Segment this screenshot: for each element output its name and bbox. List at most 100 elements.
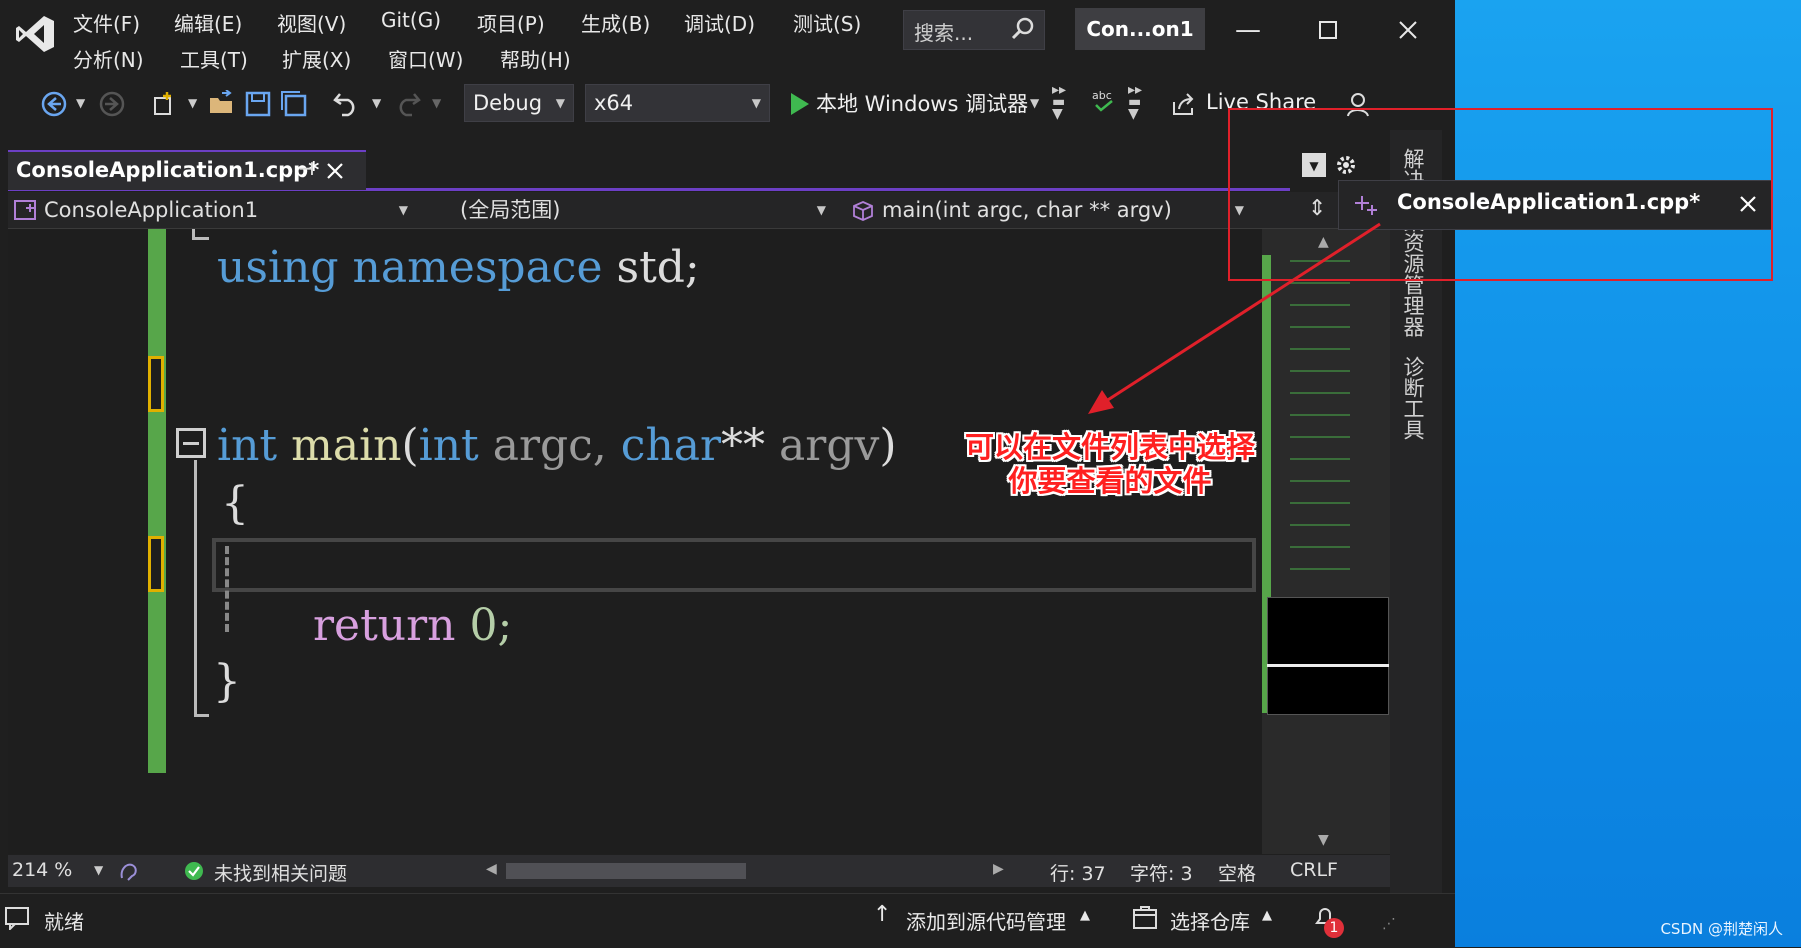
solution-name-badge[interactable]: Con...on1 [1075, 8, 1205, 50]
start-debugger-button[interactable]: 本地 Windows 调试器 [816, 88, 1028, 118]
ready-status: 就绪 [44, 910, 84, 934]
diagnostics-tab[interactable]: 诊断工具 [1401, 356, 1428, 456]
status-bar: 就绪 ↑ 添加到源代码管理 ▲ 选择仓库 ▲ 1 ⋰ [0, 893, 1455, 948]
code-line-using: using namespace std; [217, 242, 700, 293]
maximize-button[interactable] [1308, 12, 1348, 48]
share-icon[interactable] [1170, 90, 1198, 118]
new-project-icon[interactable] [150, 90, 178, 118]
annotation-arrow [1088, 222, 1381, 414]
search-box[interactable]: 搜索... [903, 10, 1045, 50]
minus-icon [183, 442, 199, 445]
changed-lines-indicator [148, 229, 166, 773]
code-brace-close: } [213, 656, 241, 707]
annotation-line-2: 你要查看的文件 [1008, 464, 1212, 498]
scroll-right-icon[interactable]: ▶ [993, 861, 1004, 877]
editor-status-row: 214 % ▼ 未找到相关问题 ◀ ▶ 行: 37 字符: 3 空格 CRLF [8, 855, 1390, 887]
svg-text:abc: abc [1092, 89, 1112, 102]
watermark: CSDN @荆楚闲人 [1660, 920, 1783, 938]
menu-analyze[interactable]: 分析(N) [73, 44, 144, 73]
search-placeholder: 搜索... [914, 21, 974, 45]
menu-help[interactable]: 帮助(H) [500, 44, 571, 73]
pin-tab-icon[interactable]: ⊣ [298, 152, 314, 188]
open-folder-icon[interactable] [208, 90, 236, 118]
close-window-button[interactable] [1388, 12, 1428, 48]
scroll-down-icon[interactable]: ▼ [1318, 832, 1329, 848]
minimize-button[interactable]: — [1228, 12, 1268, 48]
toolbar-overflow-icon-2[interactable]: ▸▸ ▬ ▼ [1128, 83, 1142, 121]
intellicode-icon[interactable] [118, 860, 140, 882]
check-circle-icon [185, 862, 203, 880]
close-tab-icon[interactable] [326, 162, 344, 180]
cursor-line[interactable]: 行: 37 [1050, 859, 1106, 886]
navigate-back-icon[interactable] [40, 90, 68, 118]
resize-grip-icon[interactable]: ⋰ [1382, 916, 1396, 932]
notification-count-badge: 1 [1324, 918, 1344, 938]
current-line-highlight [212, 538, 1256, 592]
redo-icon[interactable] [394, 90, 422, 118]
save-icon[interactable] [244, 90, 272, 118]
collapse-region-button[interactable] [176, 428, 206, 458]
chevron-up-icon: ▲ [1262, 908, 1272, 923]
platform-value: x64 [594, 91, 634, 115]
tab-label: ConsoleApplication1.cpp* [16, 158, 320, 182]
project-name: ConsoleApplication1 [44, 198, 259, 222]
code-brace-open: { [221, 478, 249, 529]
chevron-down-icon: ▼ [398, 203, 408, 217]
debugger-dropdown-icon[interactable]: ▼ [1030, 96, 1039, 110]
add-to-source-control-button[interactable]: 添加到源代码管理 [906, 906, 1066, 935]
editor-gutter [8, 229, 70, 854]
line-ending[interactable]: CRLF [1290, 859, 1338, 881]
menu-build[interactable]: 生成(B) [581, 8, 650, 37]
menu-view[interactable]: 视图(V) [277, 8, 346, 37]
zoom-dropdown-icon[interactable]: ▼ [94, 863, 103, 877]
code-line-main: int main(int argc, char** argv) [217, 420, 897, 471]
unsaved-change-marker [148, 536, 164, 592]
menu-edit[interactable]: 编辑(E) [174, 8, 242, 37]
back-dropdown-icon[interactable]: ▼ [76, 96, 85, 110]
outline-guide [194, 460, 209, 717]
configuration-value: Debug [473, 91, 543, 115]
arrow-up-icon: ↑ [873, 902, 892, 927]
menu-window[interactable]: 窗口(W) [388, 44, 463, 73]
save-all-icon[interactable] [280, 90, 308, 118]
horizontal-scroll-thumb[interactable] [506, 863, 746, 879]
menu-debug[interactable]: 调试(D) [684, 8, 755, 37]
issues-status[interactable]: 未找到相关问题 [214, 859, 347, 886]
maximize-icon [1319, 21, 1337, 39]
project-select[interactable]: ConsoleApplication1 ▼ [8, 192, 418, 228]
redo-dropdown-icon[interactable]: ▼ [432, 96, 441, 110]
menu-test[interactable]: 测试(S) [793, 8, 861, 37]
menu-extensions[interactable]: 扩展(X) [282, 44, 351, 73]
output-status-icon[interactable] [4, 906, 30, 930]
start-debug-icon[interactable] [785, 90, 813, 118]
zoom-level[interactable]: 214 % [12, 859, 72, 881]
select-repository-button[interactable]: 选择仓库 [1170, 906, 1250, 935]
tab-console-application-cpp[interactable]: ConsoleApplication1.cpp* ⊣ [8, 150, 366, 190]
solution-platform-select[interactable]: x64 ▼ [585, 84, 770, 122]
new-dropdown-icon[interactable]: ▼ [188, 96, 197, 110]
chevron-down-icon: ▼ [555, 96, 565, 110]
annotation-line-1: 可以在文件列表中选择 [964, 430, 1255, 464]
toolbar-overflow-icon[interactable]: ▸▸ ▬ ▼ [1052, 83, 1066, 121]
spell-check-icon[interactable]: abc [1090, 88, 1118, 116]
scope-select[interactable]: (全局范围) ▼ [426, 192, 836, 228]
repository-icon [1133, 906, 1157, 929]
code-line-return: return 0; [313, 600, 513, 651]
scope-value: (全局范围) [460, 198, 561, 222]
method-cube-icon [853, 201, 873, 221]
menu-file[interactable]: 文件(F) [73, 8, 140, 37]
menu-project[interactable]: 项目(P) [477, 8, 545, 37]
undo-dropdown-icon[interactable]: ▼ [372, 96, 381, 110]
indentation-mode[interactable]: 空格 [1218, 859, 1256, 886]
visual-studio-logo-icon [16, 16, 54, 52]
scroll-left-icon[interactable]: ◀ [486, 861, 497, 877]
menu-git[interactable]: Git(G) [381, 8, 441, 32]
cursor-char[interactable]: 字符: 3 [1130, 859, 1193, 886]
menu-tools[interactable]: 工具(T) [180, 44, 248, 73]
annotation-text: 可以在文件列表中选择 你要查看的文件 [950, 430, 1270, 498]
solution-configuration-select[interactable]: Debug ▼ [464, 84, 574, 122]
navigate-forward-icon[interactable] [98, 90, 126, 118]
cpp-project-icon [14, 200, 36, 220]
minimap-viewport[interactable] [1267, 597, 1389, 715]
undo-icon[interactable] [332, 90, 360, 118]
